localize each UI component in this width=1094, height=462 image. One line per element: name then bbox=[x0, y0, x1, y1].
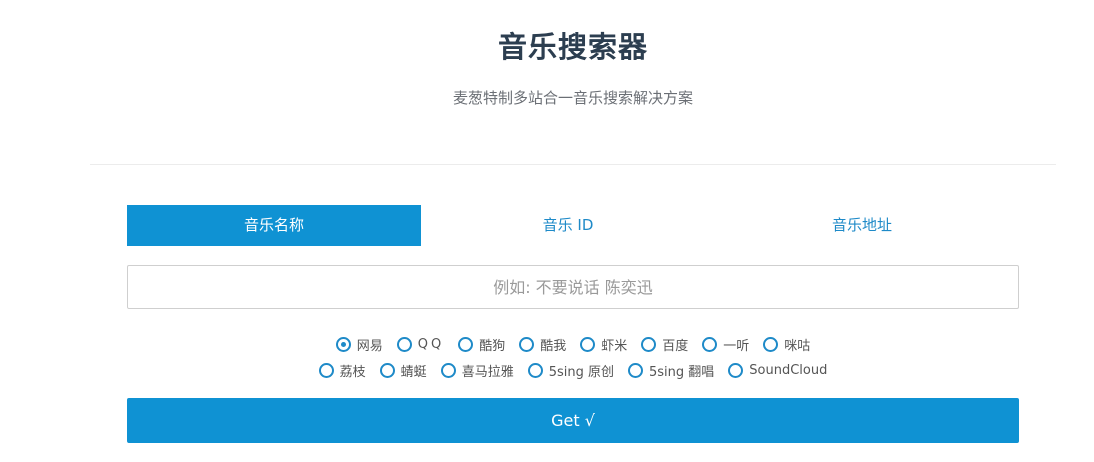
radio-migu[interactable]: 咪咕 bbox=[763, 334, 810, 354]
radio-baidu[interactable]: 百度 bbox=[641, 334, 688, 354]
radio-label: 5sing 原创 bbox=[548, 364, 614, 380]
radio-unchecked-icon bbox=[458, 336, 474, 352]
page-title: 音乐搜索器 bbox=[497, 30, 648, 64]
radio-qq[interactable]: QQ bbox=[396, 334, 445, 354]
radio-label: 酷狗 bbox=[479, 338, 506, 354]
radio-5sing-cover[interactable]: 5sing 翻唱 bbox=[627, 360, 715, 380]
radio-label: 5sing 翻唱 bbox=[648, 364, 715, 380]
source-radio-group-row1: 网易 QQ 酷狗 酷我 虾米 百度 一听 咪咕 bbox=[0, 334, 1094, 354]
search-input[interactable] bbox=[127, 265, 1019, 309]
get-button[interactable]: Get √ bbox=[127, 398, 1019, 443]
radio-checked-icon bbox=[335, 336, 351, 352]
search-mode-tabs: 音乐名称 音乐 ID 音乐地址 bbox=[127, 205, 1019, 246]
radio-label: 酷我 bbox=[540, 338, 567, 354]
radio-xiami[interactable]: 虾米 bbox=[580, 334, 627, 354]
radio-label: 喜马拉雅 bbox=[461, 364, 514, 380]
tab-music-url[interactable]: 音乐地址 bbox=[715, 205, 1009, 246]
radio-unchecked-icon bbox=[379, 362, 395, 378]
radio-label: 虾米 bbox=[601, 338, 628, 354]
tab-music-id[interactable]: 音乐 ID bbox=[421, 205, 715, 246]
radio-label: 网易 bbox=[356, 338, 383, 354]
radio-unchecked-icon bbox=[702, 336, 718, 352]
page: 音乐搜索器 麦葱特制多站合一音乐搜索解决方案 音乐名称 音乐 ID 音乐地址 网… bbox=[0, 0, 1094, 462]
page-subtitle: 麦葱特制多站合一音乐搜索解决方案 bbox=[452, 89, 693, 107]
radio-netease[interactable]: 网易 bbox=[335, 334, 383, 354]
radio-5sing-original[interactable]: 5sing 原创 bbox=[527, 360, 614, 380]
radio-label: QQ bbox=[417, 336, 445, 352]
radio-unchecked-icon bbox=[728, 362, 744, 378]
radio-label: 一听 bbox=[723, 338, 750, 354]
radio-unchecked-icon bbox=[396, 336, 412, 352]
tab-music-name[interactable]: 音乐名称 bbox=[127, 205, 421, 246]
radio-kuwo[interactable]: 酷我 bbox=[519, 334, 566, 354]
radio-unchecked-icon bbox=[527, 362, 543, 378]
radio-lizhi[interactable]: 荔枝 bbox=[318, 360, 366, 380]
radio-soundcloud[interactable]: SoundCloud bbox=[728, 360, 827, 380]
radio-1ting[interactable]: 一听 bbox=[702, 334, 749, 354]
radio-unchecked-icon bbox=[318, 362, 334, 378]
source-radio-group-row2: 荔枝 蜻蜓 喜马拉雅 5sing 原创 5sing 翻唱 SoundCloud bbox=[0, 360, 1094, 380]
radio-kugou[interactable]: 酷狗 bbox=[458, 334, 505, 354]
radio-unchecked-icon bbox=[641, 336, 657, 352]
radio-unchecked-icon bbox=[627, 362, 643, 378]
radio-qingting[interactable]: 蜻蜓 bbox=[379, 360, 427, 380]
radio-label: 咪咕 bbox=[784, 338, 811, 354]
radio-label: 荔枝 bbox=[339, 364, 366, 380]
radio-label: 百度 bbox=[662, 338, 689, 354]
radio-unchecked-icon bbox=[519, 336, 535, 352]
radio-label: 蜻蜓 bbox=[400, 364, 427, 380]
radio-unchecked-icon bbox=[763, 336, 779, 352]
radio-unchecked-icon bbox=[440, 362, 456, 378]
radio-ximalaya[interactable]: 喜马拉雅 bbox=[440, 360, 514, 380]
divider bbox=[90, 164, 1056, 165]
radio-label: SoundCloud bbox=[749, 362, 828, 378]
radio-unchecked-icon bbox=[580, 336, 596, 352]
